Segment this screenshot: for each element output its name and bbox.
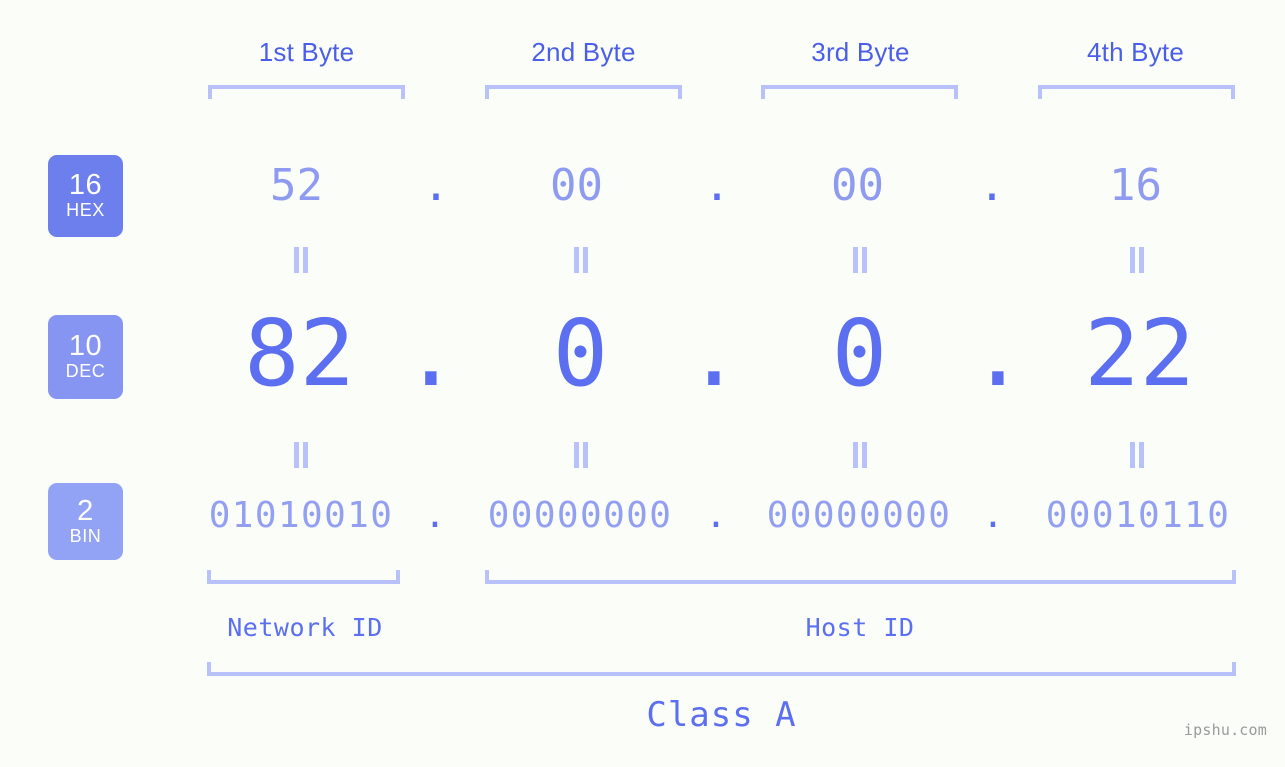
byte-bracket-4 [1038, 85, 1235, 99]
equals-marker-dec-bin-1 [290, 442, 312, 468]
dec-row: 82 . 0 . 0 . 22 [0, 308, 1285, 418]
hex-row: 52 . 00 . 00 . 16 [0, 164, 1285, 224]
byte-bracket-3 [761, 85, 958, 99]
equals-marker-dec-bin-4 [1126, 442, 1148, 468]
bin-separator-2: . [705, 495, 727, 536]
dec-separator-1: . [403, 300, 459, 407]
byte-header-1: 1st Byte [258, 37, 355, 67]
byte-header-2: 2nd Byte [531, 37, 636, 67]
host-id-label: Host ID [805, 613, 915, 642]
hex-separator-2: . [703, 160, 731, 211]
byte-bracket-1 [208, 85, 405, 99]
equals-marker-hex-dec-3 [849, 247, 871, 273]
class-label: Class A [646, 695, 797, 735]
bin-octet-4: 00010110 [1045, 495, 1231, 536]
bin-row: 01010010 . 00000000 . 00000000 . 0001011… [0, 498, 1285, 548]
equals-marker-hex-dec-4 [1126, 247, 1148, 273]
dec-octet-3: 0 [831, 300, 888, 407]
hex-octet-3: 00 [831, 160, 884, 211]
equals-marker-hex-dec-2 [570, 247, 592, 273]
byte-header-4: 4th Byte [1087, 37, 1184, 67]
byte-header-3: 3rd Byte [811, 37, 910, 67]
hex-separator-3: . [978, 160, 1006, 211]
bin-octet-2: 00000000 [487, 495, 673, 536]
hex-octet-4: 16 [1109, 160, 1162, 211]
network-id-label: Network ID [227, 613, 383, 642]
bin-octet-3: 00000000 [766, 495, 952, 536]
hex-separator-1: . [422, 160, 450, 211]
bin-separator-1: . [424, 495, 446, 536]
bin-octet-1: 01010010 [208, 495, 394, 536]
dec-octet-4: 22 [1084, 300, 1195, 407]
dec-separator-3: . [970, 300, 1026, 407]
equals-marker-hex-dec-1 [290, 247, 312, 273]
equals-marker-dec-bin-3 [849, 442, 871, 468]
dec-octet-2: 0 [552, 300, 609, 407]
site-watermark: ipshu.com [1183, 721, 1267, 739]
byte-bracket-2 [485, 85, 682, 99]
ip-address-breakdown-figure: 1st Byte 2nd Byte 3rd Byte 4th Byte 16 H… [0, 0, 1285, 767]
class-bracket [207, 662, 1236, 676]
bin-separator-3: . [982, 495, 1004, 536]
hex-octet-1: 52 [270, 160, 323, 211]
dec-octet-1: 82 [244, 300, 355, 407]
network-id-bracket [207, 570, 400, 584]
equals-marker-dec-bin-2 [570, 442, 592, 468]
host-id-bracket [485, 570, 1236, 584]
hex-octet-2: 00 [550, 160, 603, 211]
dec-separator-2: . [686, 300, 742, 407]
